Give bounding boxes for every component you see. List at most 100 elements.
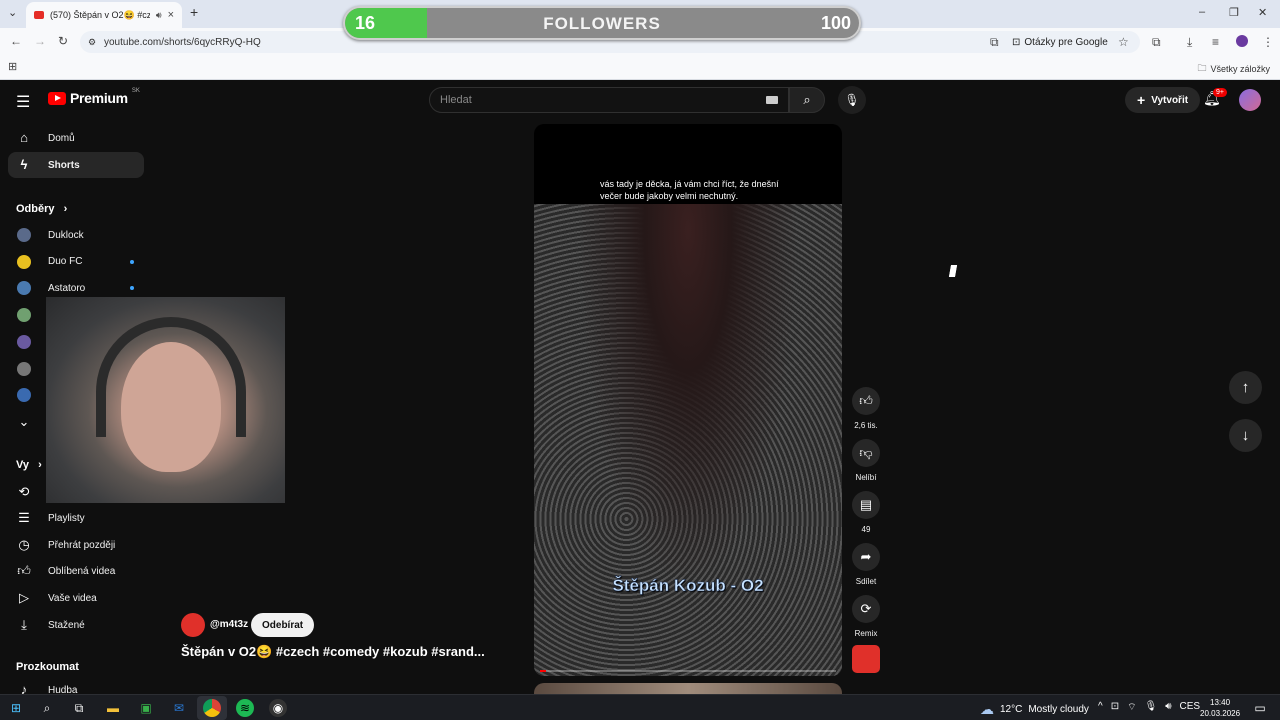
search-icon[interactable]: ⌕	[38, 699, 56, 717]
channel-name[interactable]: @m4t3z	[210, 619, 248, 630]
short-video-player[interactable]: vás tady je děcka, já vám chci říct, že …	[534, 124, 842, 676]
search-input[interactable]: Hledat	[429, 87, 789, 113]
video-progress-bar[interactable]	[540, 670, 836, 672]
sidebar-item-label: Oblíbená videa	[48, 565, 116, 577]
remix-button[interactable]: ⟳	[852, 595, 880, 623]
channel-avatar[interactable]	[181, 613, 205, 637]
mic-icon[interactable]: 🎙︎	[1145, 701, 1158, 714]
clock[interactable]: 13:40 20.03.2026	[1200, 697, 1240, 719]
sidebar-item-your-videos[interactable]: ▷ Vaše videa	[8, 585, 144, 611]
weather-widget[interactable]: ☁ 12°C Mostly cloudy	[980, 701, 1089, 718]
share-button[interactable]: ➦	[852, 543, 880, 571]
wifi-icon[interactable]: ⌔	[1127, 701, 1136, 714]
volume-icon[interactable]: 🔊︎	[1165, 701, 1171, 714]
google-questions-label: Otázky pre Google	[1024, 36, 1108, 48]
home-icon: ⌂	[20, 130, 28, 145]
all-bookmarks-button[interactable]: 🗀 Všetky záložky	[1197, 61, 1270, 77]
video-title-overlay: Štěpán Kozub - O2	[612, 576, 764, 596]
shorts-icon: ϟ	[20, 157, 28, 172]
next-short-button[interactable]: ↓	[1229, 419, 1262, 452]
youtube-favicon	[34, 11, 44, 19]
obs-icon[interactable]: ◉	[269, 699, 287, 717]
comments-button[interactable]: ▤	[852, 491, 880, 519]
store-icon[interactable]: ▣	[137, 699, 155, 717]
tray-chevron-icon[interactable]: ^	[1098, 701, 1103, 714]
speaker-icon[interactable]: 🔊︎	[156, 10, 162, 21]
subscriptions-heading[interactable]: Odběry ›	[16, 203, 67, 215]
sidebar-item-label: Shorts	[48, 159, 80, 171]
youtube-header: ☰ Premium SK Hledat ⌕ 🎙︎ + Vytvořit 🔔︎ 9…	[0, 80, 1280, 120]
like-button[interactable]: 👍︎	[852, 387, 880, 415]
search-icon: ⌕	[803, 92, 811, 107]
sidebar-item-watch-later[interactable]: ◷ Přehrát později	[8, 532, 144, 558]
spotify-icon[interactable]: ≋	[236, 699, 254, 717]
close-tab-icon[interactable]: ×	[168, 9, 174, 21]
previous-short-button[interactable]: ↑	[1229, 371, 1262, 404]
forward-icon[interactable]: →	[34, 34, 46, 48]
short-title[interactable]: Štěpán v O2😆 #czech #comedy #kozub #sran…	[181, 644, 485, 660]
sidebar-item-downloads[interactable]: ⤓ Stažené	[8, 612, 144, 638]
windows-start-icon[interactable]: ⊞	[7, 699, 25, 717]
chrome-icon[interactable]	[203, 699, 221, 717]
sidebar-item-liked[interactable]: 👍︎ Oblíbená videa	[8, 558, 144, 584]
extensions-icon[interactable]: ⧉	[1152, 35, 1161, 50]
tab-search-icon[interactable]: ⌄	[8, 6, 17, 19]
youtube-play-icon	[48, 91, 66, 105]
weather-temp: 12°C	[1000, 704, 1023, 715]
sidebar-item-label: Vaše videa	[48, 592, 97, 604]
arrow-down-icon: ↓	[1241, 427, 1250, 444]
sidebar-item-label: Stažené	[48, 619, 85, 631]
task-view-icon[interactable]: ⧉	[70, 699, 88, 717]
playlists-icon: ☰	[18, 510, 30, 525]
notification-badge: 9+	[1213, 88, 1227, 97]
google-questions-button[interactable]: ⊡ Otázky pre Google	[1012, 33, 1108, 51]
sidebar-item-shorts[interactable]: ϟ Shorts	[8, 152, 144, 178]
notification-center-icon[interactable]: ▭	[1251, 699, 1269, 717]
profile-avatar[interactable]	[1236, 35, 1248, 47]
network-icon[interactable]: ⊡	[1111, 701, 1119, 714]
back-icon[interactable]: ←	[10, 34, 22, 48]
share-icon: ➦	[860, 549, 872, 564]
sound-thumbnail[interactable]	[852, 645, 880, 673]
hamburger-menu-icon[interactable]: ☰	[16, 92, 30, 112]
window-close-icon[interactable]: ✕	[1258, 6, 1267, 19]
logo-text: Premium	[70, 90, 128, 106]
sidebar-item-playlists[interactable]: ☰ Playlisty	[8, 505, 144, 531]
remix-label: Remix	[854, 629, 878, 638]
dislike-button[interactable]: 👎︎	[852, 439, 880, 467]
voice-search-button[interactable]: 🎙︎	[838, 86, 866, 114]
channel-avatar	[17, 308, 31, 323]
cast-icon[interactable]: ⧉	[990, 35, 999, 50]
channel-avatar	[17, 228, 31, 242]
menu-icon[interactable]: ⋮	[1262, 35, 1274, 49]
outlook-icon[interactable]: ✉	[170, 699, 188, 717]
sidebar-channel[interactable]: Duo FC	[8, 249, 144, 275]
restore-icon[interactable]: ❐	[1229, 6, 1239, 19]
subscribe-button[interactable]: Odebírat	[251, 613, 315, 637]
chevron-right-icon: ›	[38, 459, 42, 471]
media-icon[interactable]: ≡	[1212, 35, 1219, 49]
browser-tab[interactable]: (570) Štěpán v O2😆 #czech 🔊︎ ×	[26, 2, 182, 28]
video-progress-fill	[540, 670, 546, 672]
language-indicator[interactable]: CES	[1180, 701, 1201, 714]
download-icon[interactable]: ⤓	[1187, 35, 1192, 50]
create-button[interactable]: + Vytvořit	[1125, 87, 1201, 113]
minimize-icon[interactable]: –	[1199, 6, 1205, 18]
followers-label: FOLLOWERS	[543, 14, 661, 33]
channel-avatar	[17, 254, 31, 269]
reload-icon[interactable]: ↻	[58, 34, 68, 48]
keyboard-icon[interactable]	[766, 96, 778, 104]
apps-grid-icon[interactable]: ⊞	[8, 60, 17, 73]
new-tab-icon[interactable]: +	[190, 4, 198, 20]
site-info-icon[interactable]: ⚙	[88, 37, 96, 48]
sidebar-item-home[interactable]: ⌂ Domů	[8, 125, 144, 151]
search-button[interactable]: ⌕	[789, 87, 825, 113]
youtube-premium-logo[interactable]: Premium SK	[48, 88, 140, 106]
file-explorer-icon[interactable]: ▬	[104, 699, 122, 717]
like-count: 2,6 tis.	[854, 421, 878, 430]
comment-icon: ▤	[859, 497, 873, 512]
bookmark-star-icon[interactable]: ☆	[1118, 35, 1129, 49]
sidebar-channel[interactable]: Duklock	[8, 222, 144, 248]
you-heading[interactable]: Vy ›	[16, 459, 42, 471]
account-avatar[interactable]	[1239, 89, 1261, 111]
